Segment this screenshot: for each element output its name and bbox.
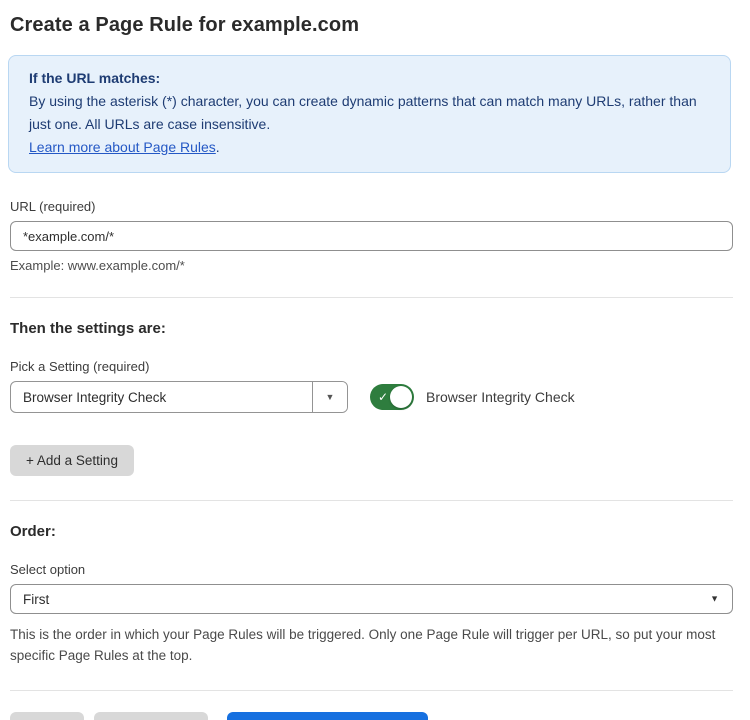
add-setting-button[interactable]: + Add a Setting <box>10 445 134 476</box>
url-field-label: URL (required) <box>10 199 740 214</box>
order-help-text: This is the order in which your Page Rul… <box>10 624 733 666</box>
info-box-heading: If the URL matches: <box>29 67 710 90</box>
learn-more-link[interactable]: Learn more about Page Rules <box>29 139 216 155</box>
check-icon: ✓ <box>378 391 388 403</box>
setting-picker-arrow-segment[interactable]: ▼ <box>312 382 347 412</box>
page-title: Create a Page Rule for example.com <box>10 14 740 37</box>
settings-section-heading: Then the settings are: <box>10 320 740 337</box>
setting-picker-value: Browser Integrity Check <box>11 382 312 412</box>
toggle-knob <box>390 386 412 408</box>
order-select-value: First <box>23 592 49 607</box>
divider <box>10 500 733 501</box>
divider <box>10 297 733 298</box>
info-box-link-line: Learn more about Page Rules. <box>29 136 710 159</box>
url-matches-info-box: If the URL matches: By using the asteris… <box>8 55 731 173</box>
url-field-example: Example: www.example.com/* <box>10 258 740 273</box>
url-input[interactable] <box>10 221 733 251</box>
setting-row: Browser Integrity Check ▼ ✓ Browser Inte… <box>10 381 740 413</box>
browser-integrity-toggle[interactable]: ✓ <box>370 384 414 410</box>
order-select-label: Select option <box>10 562 740 577</box>
divider <box>10 690 733 691</box>
url-field-group: URL (required) Example: www.example.com/… <box>10 199 740 273</box>
chevron-down-icon: ▼ <box>710 595 719 604</box>
order-section-heading: Order: <box>10 523 740 540</box>
create-page-rule-form: Create a Page Rule for example.com If th… <box>0 0 750 720</box>
save-draft-button[interactable]: Save as Draft <box>94 712 208 720</box>
save-deploy-button[interactable]: Save and Deploy Page Rule <box>227 712 429 720</box>
link-period: . <box>216 139 220 155</box>
cancel-button[interactable]: Cancel <box>10 712 84 720</box>
order-select[interactable]: First ▼ <box>10 584 733 614</box>
info-box-body: By using the asterisk (*) character, you… <box>29 90 710 136</box>
footer-actions: Cancel Save as Draft Save and Deploy Pag… <box>10 712 740 720</box>
setting-toggle-group: ✓ Browser Integrity Check <box>370 384 575 410</box>
setting-toggle-label: Browser Integrity Check <box>426 389 575 405</box>
pick-setting-label: Pick a Setting (required) <box>10 359 740 374</box>
chevron-down-icon: ▼ <box>326 393 335 402</box>
setting-picker-dropdown[interactable]: Browser Integrity Check ▼ <box>10 381 348 413</box>
